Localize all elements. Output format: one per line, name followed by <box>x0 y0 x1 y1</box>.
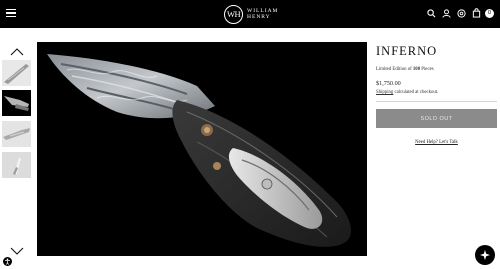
cart-icon[interactable] <box>471 7 481 19</box>
site-header: WH WILLIAM HENRY 0 <box>0 0 500 28</box>
chevron-up-icon[interactable] <box>9 44 25 56</box>
chat-icon[interactable] <box>475 245 495 265</box>
need-help-link[interactable]: Need Help? Let's Talk <box>376 140 497 145</box>
edition-note: Limited Edition of 100 Pieces <box>376 67 497 72</box>
menu-icon[interactable] <box>6 9 16 18</box>
product-title: INFERNO <box>376 44 438 58</box>
shipping-text: calculated at checkout. <box>393 90 439 95</box>
cart-count-badge[interactable]: 0 <box>485 8 494 18</box>
header-icons: 0 <box>426 7 494 19</box>
search-icon[interactable] <box>426 7 436 19</box>
shipping-note: Shipping calculated at checkout. <box>376 90 497 95</box>
location-icon[interactable] <box>456 7 466 19</box>
chevron-down-icon[interactable] <box>9 243 25 255</box>
divider <box>376 101 497 102</box>
logo-line-2: HENRY <box>247 14 271 20</box>
site-logo[interactable]: WH WILLIAM HENRY <box>224 4 278 24</box>
thumbnail-1[interactable] <box>2 60 31 86</box>
thumbnail-2[interactable] <box>2 90 31 116</box>
accessibility-icon[interactable] <box>3 257 12 266</box>
logo-mark: WH <box>224 4 243 24</box>
product-main-image[interactable] <box>37 42 367 256</box>
thumbnail-3[interactable] <box>2 121 31 147</box>
user-icon[interactable] <box>441 7 451 19</box>
edition-suffix: Pieces <box>420 67 434 72</box>
thumbnail-gallery <box>0 40 34 256</box>
shipping-link[interactable]: Shipping <box>376 90 393 95</box>
thumbnail-4[interactable] <box>2 152 31 178</box>
product-price: $1,750.00 <box>376 80 401 87</box>
logo-text: WILLIAM HENRY <box>247 8 278 20</box>
sold-out-button[interactable]: SOLD OUT <box>376 109 497 128</box>
edition-prefix: Limited Edition of <box>376 67 413 72</box>
product-info: INFERNO Limited Edition of 100 Pieces $1… <box>376 44 497 145</box>
